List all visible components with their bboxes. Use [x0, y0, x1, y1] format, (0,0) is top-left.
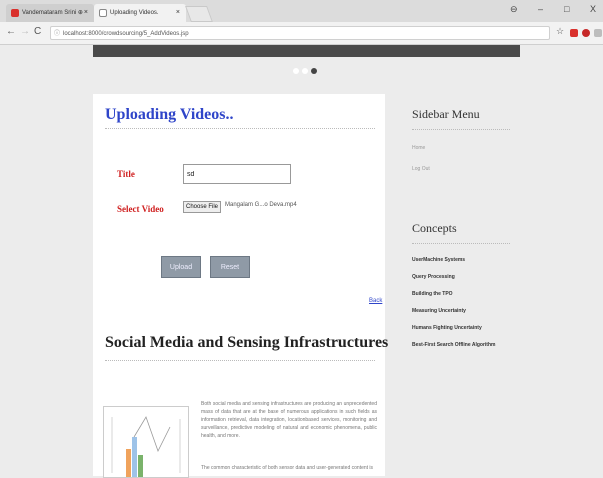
carousel-dot[interactable]: [302, 68, 308, 74]
url-text: localhost:8000/crowdsourcing/5_AddVideos…: [63, 31, 189, 37]
minimize-button[interactable]: –: [538, 4, 543, 14]
main-content: Uploading Videos.. Title Select Video Ch…: [93, 94, 389, 478]
choose-file-button[interactable]: Choose File: [183, 201, 221, 213]
concept-link[interactable]: Best-First Search Offline Algorithm: [412, 342, 495, 348]
close-window-button[interactable]: X: [590, 4, 596, 14]
sidebar-item-home[interactable]: Home: [412, 145, 425, 151]
article-paragraph: The common characteristic of both sensor…: [201, 465, 374, 471]
concepts-heading: Concepts: [412, 221, 457, 235]
title-label: Title: [117, 169, 135, 179]
divider: [412, 243, 510, 244]
menu-icon[interactable]: [594, 29, 602, 37]
browser-tab-2[interactable]: Uploading Videos. ×: [94, 4, 186, 22]
concept-link[interactable]: UserMachine Systems: [412, 257, 465, 263]
article-paragraph: Both social media and sensing infrastruc…: [201, 401, 377, 439]
select-video-label: Select Video: [117, 204, 164, 214]
page-icon: [99, 9, 107, 17]
upload-button[interactable]: Upload: [161, 256, 201, 278]
bookmark-star-icon[interactable]: ☆: [556, 26, 564, 37]
sidebar-menu-heading: Sidebar Menu: [412, 107, 480, 121]
section-heading: Social Media and Sensing Infrastructures: [105, 334, 389, 351]
maximize-button[interactable]: □: [564, 4, 569, 14]
profile-icon[interactable]: ⊖: [510, 4, 518, 15]
reset-button[interactable]: Reset: [210, 256, 250, 278]
concept-link[interactable]: Measuring Uncertainty: [412, 308, 466, 314]
close-tab-icon[interactable]: ×: [176, 4, 180, 22]
title-input[interactable]: [183, 164, 291, 184]
browser-tab-bar: Vandemataram Srini ⊕ × Uploading Videos.…: [0, 0, 603, 22]
back-arrow-icon[interactable]: ←: [6, 26, 16, 37]
chart-illustration: [111, 416, 181, 477]
carousel-dot[interactable]: [293, 68, 299, 74]
tab-label: Vandemataram Srini ⊕: [22, 10, 83, 16]
tab-label: Uploading Videos.: [110, 10, 159, 16]
adblock-icon[interactable]: [582, 29, 590, 37]
sidebar-item-logout[interactable]: Log Out: [412, 166, 430, 172]
favicon-icon: [11, 9, 19, 17]
extension-icon[interactable]: [570, 29, 578, 37]
reload-icon[interactable]: C: [34, 26, 41, 37]
article-image: [103, 406, 189, 478]
concept-link[interactable]: Query Processing: [412, 274, 455, 280]
browser-tab-1[interactable]: Vandemataram Srini ⊕ ×: [6, 4, 94, 22]
carousel-dot-active[interactable]: [311, 68, 317, 74]
page-title: Uploading Videos..: [105, 106, 234, 123]
info-icon: ⓘ: [54, 31, 61, 37]
carousel-dots: [293, 61, 320, 79]
new-tab-button[interactable]: [185, 6, 213, 22]
divider: [412, 129, 510, 130]
concept-link[interactable]: Building the TPO: [412, 291, 453, 297]
page-content: Uploading Videos.. Title Select Video Ch…: [0, 45, 603, 478]
close-tab-icon[interactable]: ×: [84, 4, 88, 22]
forward-arrow-icon[interactable]: →: [20, 26, 30, 37]
hero-banner: [93, 45, 520, 57]
concept-link[interactable]: Humans Fighting Uncertainty: [412, 325, 482, 331]
url-field[interactable]: ⓘ localhost:8000/crowdsourcing/5_AddVide…: [50, 26, 550, 40]
selected-file-name: Mangalam G...o Deva.mp4: [225, 202, 297, 208]
back-link[interactable]: Back: [369, 298, 382, 304]
divider: [105, 128, 375, 129]
address-bar-row: ← → C ⓘ localhost:8000/crowdsourcing/5_A…: [0, 22, 603, 45]
divider: [105, 360, 375, 361]
